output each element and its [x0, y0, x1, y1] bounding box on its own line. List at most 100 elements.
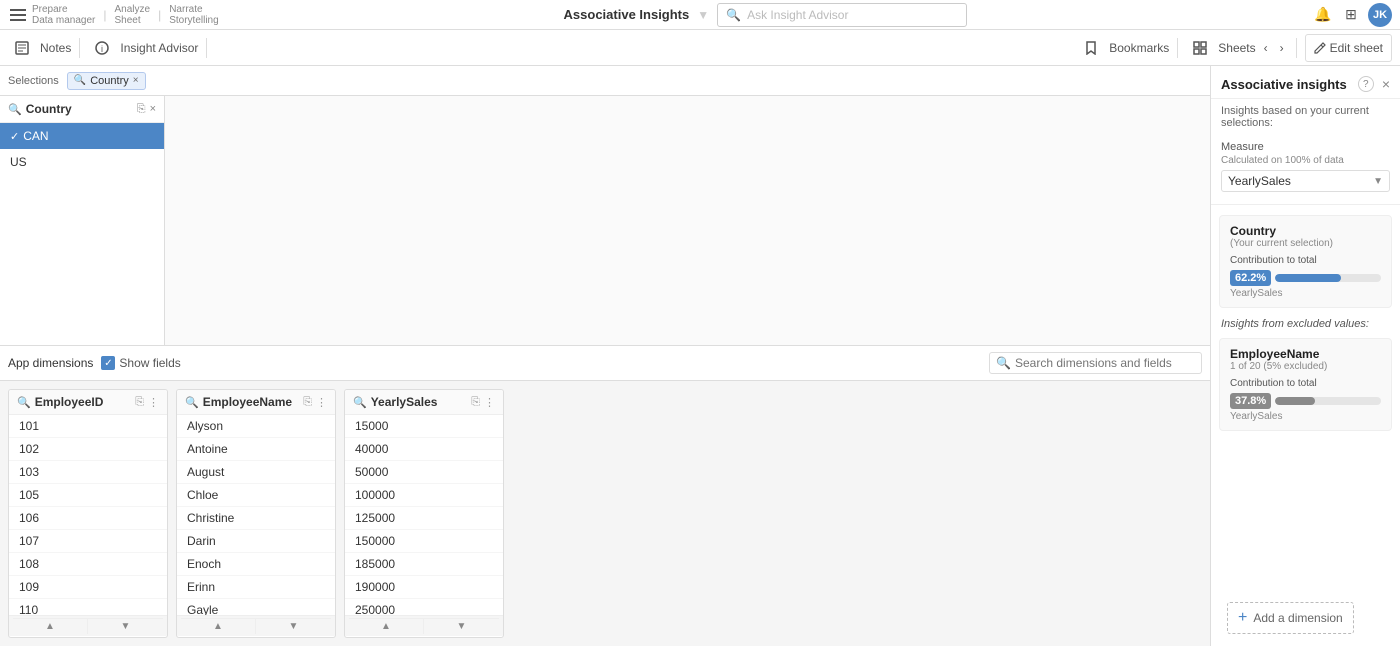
filter-item-us[interactable]: US — [0, 149, 164, 175]
list-item: 15000 — [345, 415, 503, 438]
add-dimension-label: Add a dimension — [1253, 611, 1342, 625]
country-bar-row: 62.2% — [1230, 270, 1381, 286]
bookmarks-button[interactable] — [1077, 34, 1105, 62]
dimensions-grid: 🔍 EmployeeID ⎘ ⋮ 101 102 103 105 106 107… — [0, 381, 1210, 646]
edit-sheet-label: Edit sheet — [1330, 41, 1383, 55]
add-dimension-plus-icon: + — [1238, 609, 1247, 627]
employee-bar-fill — [1275, 397, 1315, 405]
dim-scroll-down-employeeid[interactable]: ▼ — [88, 618, 163, 634]
narrate-label[interactable]: Narrate Storytelling — [169, 4, 218, 26]
dim-list-search-icon-yearlysales[interactable]: 🔍 — [353, 396, 367, 409]
filter-clear-icon[interactable]: × — [150, 103, 156, 115]
close-icon[interactable]: × — [1382, 76, 1390, 92]
country-pct-badge: 62.2% — [1230, 270, 1271, 286]
toolbar: Notes i Insight Advisor Bookmarks Sheets… — [0, 30, 1400, 66]
dim-list-menu-icon-yearlysales[interactable]: ⋮ — [484, 396, 495, 409]
dim-list-header-employeeid: 🔍 EmployeeID ⎘ ⋮ — [9, 390, 167, 415]
sheets-label: Sheets — [1218, 41, 1255, 55]
sheets-button[interactable] — [1186, 34, 1214, 62]
measure-dropdown-text: YearlySales — [1228, 174, 1369, 188]
nav-next-button[interactable]: › — [1276, 39, 1288, 57]
top-bar-center: Associative Insights ▼ 🔍 Ask Insight Adv… — [223, 3, 1308, 27]
employee-bar-track — [1275, 397, 1381, 405]
grid-icon[interactable]: ⊞ — [1340, 4, 1362, 26]
dim-list-employeeid: 🔍 EmployeeID ⎘ ⋮ 101 102 103 105 106 107… — [8, 389, 168, 638]
ask-insight-placeholder: Ask Insight Advisor — [747, 8, 848, 22]
measure-dropdown[interactable]: YearlySales ▼ — [1221, 170, 1390, 192]
dim-scroll-down-employeename[interactable]: ▼ — [256, 618, 331, 634]
dim-scroll-up-yearlysales[interactable]: ▲ — [349, 618, 424, 634]
nav-prev-button[interactable]: ‹ — [1260, 39, 1272, 57]
show-fields-label: Show fields — [119, 356, 180, 370]
filter-copy-icon[interactable]: ⎘ — [137, 103, 146, 116]
list-item: Enoch — [177, 553, 335, 576]
bell-icon[interactable]: 🔔 — [1312, 4, 1334, 26]
help-icon[interactable]: ? — [1358, 76, 1374, 92]
toolbar-right: Bookmarks Sheets ‹ › Edit sheet — [1077, 34, 1392, 62]
main-content: Selections 🔍 Country × 🔍 Country ⎘ × ✓ C… — [0, 66, 1400, 646]
list-item: Darin — [177, 530, 335, 553]
dim-list-copy-icon-employeeid[interactable]: ⎘ — [135, 396, 144, 409]
dim-list-header-employeename: 🔍 EmployeeName ⎘ ⋮ — [177, 390, 335, 415]
list-item: Alyson — [177, 415, 335, 438]
dim-list-menu-icon-employeeid[interactable]: ⋮ — [148, 396, 159, 409]
bookmarks-label: Bookmarks — [1109, 41, 1169, 55]
ask-insight-advisor-input[interactable]: 🔍 Ask Insight Advisor — [717, 3, 967, 27]
analyze-label[interactable]: Analyze Sheet — [115, 4, 151, 26]
filter-item-label-can: CAN — [23, 129, 48, 143]
show-fields-checkbox[interactable]: ✓ Show fields — [101, 356, 180, 370]
chip-remove-icon[interactable]: × — [133, 75, 139, 86]
dim-search-input[interactable] — [1015, 356, 1195, 370]
insights-based-text: Insights based on your current selection… — [1211, 99, 1400, 135]
right-panel-header: Associative insights ? × — [1211, 66, 1400, 99]
sep2: | — [154, 8, 165, 22]
dim-scroll-up-employeename[interactable]: ▲ — [181, 618, 256, 634]
employee-card-subtitle: 1 of 20 (5% excluded) — [1230, 361, 1381, 372]
insight-advisor-button[interactable]: i — [88, 34, 116, 62]
country-card-subtitle: (Your current selection) — [1230, 238, 1381, 249]
list-item: 103 — [9, 461, 167, 484]
country-contribution-label: Contribution to total — [1230, 255, 1381, 266]
divider-3 — [1177, 38, 1178, 58]
hamburger-icon[interactable] — [8, 5, 28, 25]
add-dimension-button[interactable]: + Add a dimension — [1227, 602, 1354, 634]
add-dimension-area: + Add a dimension — [1211, 594, 1400, 646]
divider-4 — [1296, 38, 1297, 58]
filter-list: 🔍 Country ⎘ × ✓ CAN US — [0, 96, 165, 345]
selections-bar: Selections 🔍 Country × — [0, 66, 1210, 96]
dim-scroll-down-yearlysales[interactable]: ▼ — [424, 618, 499, 634]
prepare-label[interactable]: Prepare Data manager — [32, 4, 95, 26]
notes-button[interactable] — [8, 34, 36, 62]
right-panel: Associative insights ? × Insights based … — [1210, 66, 1400, 646]
filter-search-icon[interactable]: 🔍 — [8, 103, 22, 116]
divider-measure — [1211, 204, 1400, 205]
country-insight-card: Country (Your current selection) Contrib… — [1219, 215, 1392, 308]
dim-list-search-icon-employeeid[interactable]: 🔍 — [17, 396, 31, 409]
list-item: Gayle — [177, 599, 335, 615]
dim-search-bar[interactable]: 🔍 — [989, 352, 1202, 374]
dim-list-menu-icon-employeename[interactable]: ⋮ — [316, 396, 327, 409]
avatar[interactable]: JK — [1368, 3, 1392, 27]
list-item: 108 — [9, 553, 167, 576]
divider-1 — [79, 38, 80, 58]
filter-item-label-us: US — [10, 155, 27, 169]
dim-list-header-yearlysales: 🔍 YearlySales ⎘ ⋮ — [345, 390, 503, 415]
dim-list-copy-icon-employeename[interactable]: ⎘ — [303, 396, 312, 409]
country-selection-chip[interactable]: 🔍 Country × — [67, 72, 146, 90]
search-icon: 🔍 — [726, 8, 741, 22]
dim-list-search-icon-employeename[interactable]: 🔍 — [185, 396, 199, 409]
country-bar-track — [1275, 274, 1381, 282]
dim-list-copy-icon-yearlysales[interactable]: ⎘ — [471, 396, 480, 409]
list-item: August — [177, 461, 335, 484]
edit-sheet-button[interactable]: Edit sheet — [1305, 34, 1392, 62]
dim-scroll-up-employeeid[interactable]: ▲ — [13, 618, 88, 634]
right-panel-icons: ? × — [1358, 76, 1390, 92]
app-dimensions-label: App dimensions — [8, 356, 93, 370]
list-item: 109 — [9, 576, 167, 599]
list-item: Antoine — [177, 438, 335, 461]
filter-header: 🔍 Country ⎘ × — [0, 96, 164, 123]
filter-item-can[interactable]: ✓ CAN — [0, 123, 164, 149]
right-panel-spacer — [1211, 435, 1400, 594]
dim-list-body-employeeid: 101 102 103 105 106 107 108 109 110 111 — [9, 415, 167, 615]
list-item: 107 — [9, 530, 167, 553]
